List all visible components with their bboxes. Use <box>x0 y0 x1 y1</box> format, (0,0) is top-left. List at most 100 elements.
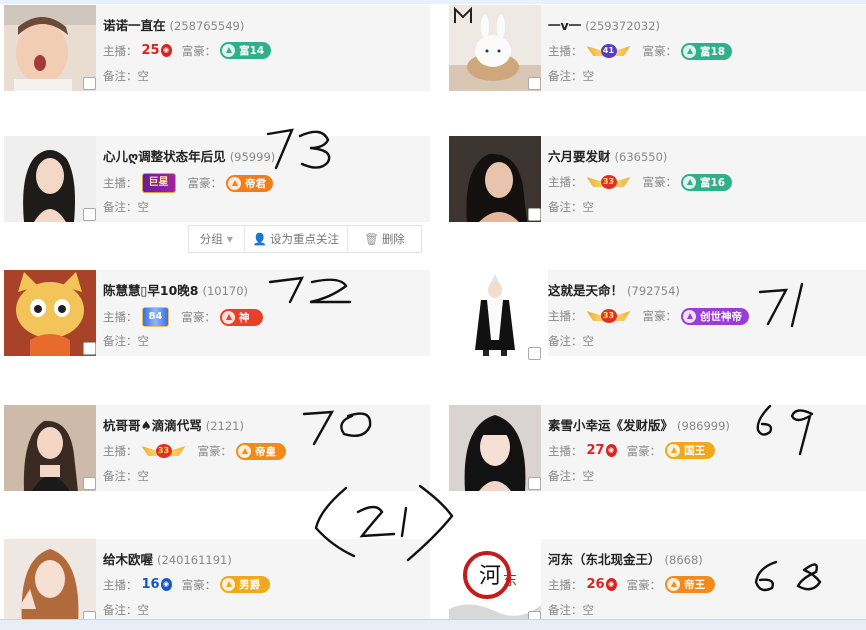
note-row: 备注：空 <box>548 333 594 349</box>
note-value[interactable]: 空 <box>583 69 595 83</box>
level-row: 主播： 25 ◉ 富豪： 富14 <box>103 42 272 59</box>
anchor-name[interactable]: 心儿ღ调整状态年后见 <box>103 149 226 164</box>
anchor-card[interactable]: 一v一 (259372032) 主播： 41 富豪： 富18 备注：空 <box>449 5 866 91</box>
anchor-name[interactable]: 一v一 <box>548 18 581 33</box>
anchor-name[interactable]: 陈慧慧▯早10晚8 <box>103 283 198 298</box>
anchor-name[interactable]: 这就是天命！ <box>548 283 623 298</box>
note-row: 备注：空 <box>548 68 594 84</box>
rich-label: 富豪： <box>181 310 216 324</box>
anchor-card[interactable]: 心儿ღ调整状态年后见 (95999) 主播： 巨星 富豪： 帝君 备注：空 <box>4 136 430 222</box>
host-level-value: 26 <box>586 577 605 592</box>
anchor-card[interactable]: 素雪小幸运《发财版》 (986999) 主播： 27 ◉ 富豪： 国王 备注：空 <box>449 405 866 491</box>
set-focus-button[interactable]: 👤 设为重点关注 <box>245 226 349 252</box>
window-bottom-edge <box>0 619 866 630</box>
anchor-id: (10170) <box>202 284 249 298</box>
level-row: 主播： 33 富豪： 富16 <box>548 173 733 191</box>
note-label: 备注： <box>548 603 583 617</box>
delete-button[interactable]: 🗑 删除 <box>348 226 421 252</box>
set-focus-label: 设为重点关注 <box>269 232 339 246</box>
host-label: 主播： <box>103 43 138 58</box>
note-row: 备注：空 <box>103 333 149 349</box>
note-value[interactable]: 空 <box>138 200 150 214</box>
rich-level-badge: 神 <box>219 308 264 326</box>
anchor-name[interactable]: 六月要发财 <box>548 149 611 164</box>
select-checkbox[interactable] <box>83 477 96 490</box>
note-value[interactable]: 空 <box>138 603 150 617</box>
note-value[interactable]: 空 <box>138 69 150 83</box>
card-info: 陈慧慧▯早10晚8 (10170) 主播： 84 富豪： 神 备注：空 <box>103 270 430 356</box>
rich-label: 富豪： <box>642 175 678 189</box>
note-value[interactable]: 空 <box>583 469 595 483</box>
rich-level-value: 创世神帝 <box>700 310 742 323</box>
note-label: 备注： <box>103 200 138 214</box>
rich-level-value: 帝君 <box>245 177 266 190</box>
host-level-value: 33 <box>155 444 172 458</box>
note-row: 备注：空 <box>103 468 149 484</box>
level-row: 主播： 26 ◉ 富豪： 帝王 <box>548 576 716 593</box>
svg-text:东: 东 <box>503 573 517 589</box>
select-checkbox[interactable] <box>83 208 96 221</box>
note-row: 备注：空 <box>103 199 149 215</box>
diamond-icon <box>683 175 696 189</box>
avatar[interactable] <box>449 270 541 356</box>
anchor-id: (2121) <box>205 419 244 433</box>
host-label: 主播： <box>103 444 138 458</box>
note-value[interactable]: 空 <box>583 603 595 617</box>
rich-label: 富豪： <box>187 176 223 190</box>
level-row: 主播： 33 富豪： 创世神帝 <box>548 307 749 325</box>
host-label: 主播： <box>548 309 583 323</box>
note-value[interactable]: 空 <box>583 200 595 214</box>
rich-level-value: 富14 <box>239 45 265 57</box>
anchor-name[interactable]: 杭哥哥♠滴滴代骂 <box>103 418 202 433</box>
rich-level-badge: 富16 <box>681 173 733 191</box>
anchor-card[interactable]: 陈慧慧▯早10晚8 (10170) 主播： 84 富豪： 神 备注：空 <box>4 270 430 356</box>
note-label: 备注： <box>103 603 138 617</box>
host-label: 主播： <box>548 443 583 458</box>
note-value[interactable]: 空 <box>583 334 595 348</box>
anchor-card[interactable]: 给木欧喔 (240161191) 主播： 16 ◉ 富豪： 男爵 备注：空 <box>4 539 430 625</box>
note-row: 备注：空 <box>548 199 594 215</box>
host-level-value: 25 <box>141 43 160 58</box>
select-checkbox[interactable] <box>528 77 541 90</box>
anchor-name[interactable]: 诺诺一直在 <box>103 18 166 33</box>
note-label: 备注： <box>103 69 138 83</box>
anchor-name[interactable]: 河东（东北现金王） <box>548 552 661 567</box>
host-label: 主播： <box>548 577 583 592</box>
host-level-value: 41 <box>600 44 617 58</box>
note-label: 备注： <box>548 200 583 214</box>
card-info: 心儿ღ调整状态年后见 (95999) 主播： 巨星 富豪： 帝君 备注：空 <box>103 136 430 222</box>
note-row: 备注：空 <box>103 602 149 618</box>
note-value[interactable]: 空 <box>138 334 150 348</box>
rich-level-value: 男爵 <box>239 579 261 591</box>
anchor-card[interactable]: 六月要发财 (636550) 主播： 33 富豪： 富16 备注：空 <box>449 136 866 222</box>
diamond-icon <box>683 44 696 58</box>
rich-level-badge: 帝君 <box>226 174 273 192</box>
note-value[interactable]: 空 <box>138 469 150 483</box>
rich-label: 富豪： <box>626 577 662 592</box>
anchor-card[interactable]: 杭哥哥♠滴滴代骂 (2121) 主播： 33 富豪： 帝皇 备注：空 <box>4 405 430 491</box>
name-row: 诺诺一直在 (258765549) <box>103 15 244 34</box>
host-level-badge: 26 ◉ <box>587 577 617 592</box>
anchor-name[interactable]: 素雪小幸运《发财版》 <box>548 418 673 433</box>
select-checkbox[interactable] <box>528 208 541 221</box>
rich-level-value: 富16 <box>700 176 726 189</box>
group-dropdown[interactable]: 分组 ▼ <box>189 226 245 252</box>
select-checkbox[interactable] <box>528 347 541 360</box>
rich-label: 富豪： <box>626 443 662 458</box>
select-checkbox[interactable] <box>83 77 96 90</box>
host-level-value: 33 <box>600 175 617 189</box>
crown-icon <box>667 578 681 591</box>
select-checkbox[interactable] <box>83 342 96 355</box>
host-label: 主播： <box>548 175 583 189</box>
anchor-card[interactable]: 河东 河东（东北现金王） (8668) 主播： 26 ◉ 富豪： 帝王 备注：空 <box>449 539 866 625</box>
anchor-card[interactable]: 诺诺一直在 (258765549) 主播： 25 ◉ 富豪： 富14 备注：空 <box>4 5 430 91</box>
name-row: 六月要发财 (636550) <box>548 146 667 165</box>
crown-icon <box>667 444 681 457</box>
anchor-name[interactable]: 给木欧喔 <box>103 552 153 567</box>
host-label: 主播： <box>103 176 138 190</box>
name-row: 给木欧喔 (240161191) <box>103 549 232 568</box>
rich-label: 富豪： <box>642 44 678 58</box>
anchor-card[interactable]: 这就是天命！ (792754) 主播： 33 富豪： 创世神帝 备注：空 <box>449 270 866 360</box>
rich-level-badge: 帝王 <box>665 576 716 593</box>
select-checkbox[interactable] <box>528 477 541 490</box>
